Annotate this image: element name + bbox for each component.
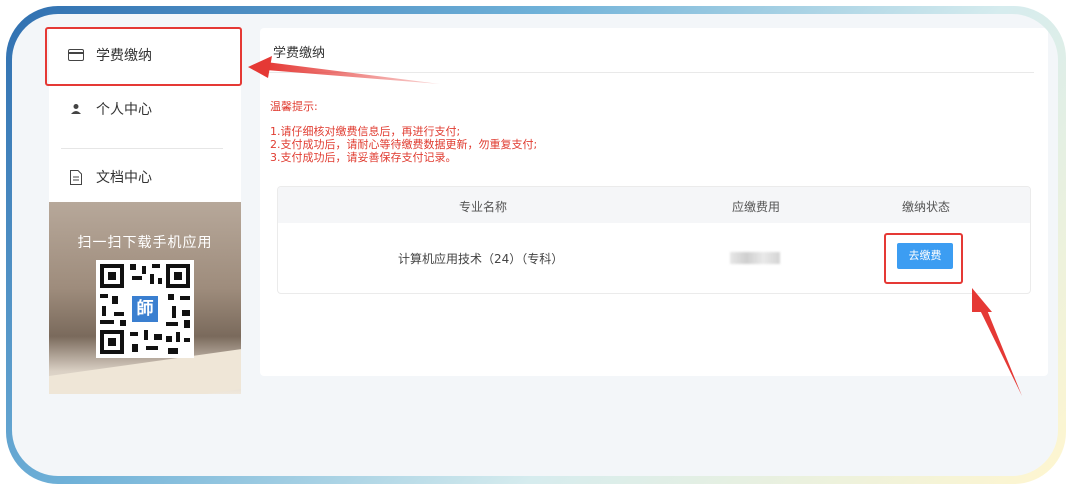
qr-title: 扫一扫下载手机应用 bbox=[77, 235, 213, 251]
column-header-major: 专业名称 bbox=[459, 200, 508, 214]
major-name: 计算机应用技术（24）（专科） bbox=[398, 252, 564, 266]
column-header-fee: 应缴费用 bbox=[732, 200, 781, 214]
notice-line: 1.请仔细核对缴费信息后，再进行支付; bbox=[270, 125, 461, 138]
divider bbox=[61, 148, 223, 149]
sidebar-item-label: 文档中心 bbox=[96, 170, 152, 186]
sidebar-item-documents[interactable]: 文档中心 bbox=[49, 150, 241, 204]
qr-code-icon: 師 bbox=[96, 260, 194, 358]
notice-line: 2.支付成功后，请耐心等待缴费数据更新，勿重复支付; bbox=[270, 138, 538, 151]
user-icon bbox=[62, 103, 90, 115]
divider bbox=[260, 72, 1034, 73]
sidebar-item-label: 个人中心 bbox=[96, 102, 152, 118]
qr-logo: 師 bbox=[136, 299, 154, 319]
highlight-tuition-nav bbox=[45, 27, 242, 86]
page-title: 学费缴纳 bbox=[273, 46, 326, 61]
app-download-panel: 扫一扫下载手机应用 師 bbox=[49, 202, 241, 394]
document-icon bbox=[62, 169, 90, 185]
sidebar-item-personal[interactable]: 个人中心 bbox=[49, 82, 241, 136]
main-panel: 学费缴纳 温馨提示: 1.请仔细核对缴费信息后，再进行支付; 2.支付成功后，请… bbox=[260, 28, 1048, 376]
notice-line: 3.支付成功后，请妥善保存支付记录。 bbox=[270, 151, 457, 164]
table-header: 专业名称 应缴费用 缴纳状态 bbox=[278, 187, 1030, 223]
notice-heading: 温馨提示: bbox=[270, 100, 318, 113]
fee-amount-redacted bbox=[730, 252, 780, 264]
column-header-status: 缴纳状态 bbox=[902, 200, 951, 214]
highlight-pay-button bbox=[884, 233, 963, 284]
notice: 温馨提示: 1.请仔细核对缴费信息后，再进行支付; 2.支付成功后，请耐心等待缴… bbox=[270, 100, 537, 164]
